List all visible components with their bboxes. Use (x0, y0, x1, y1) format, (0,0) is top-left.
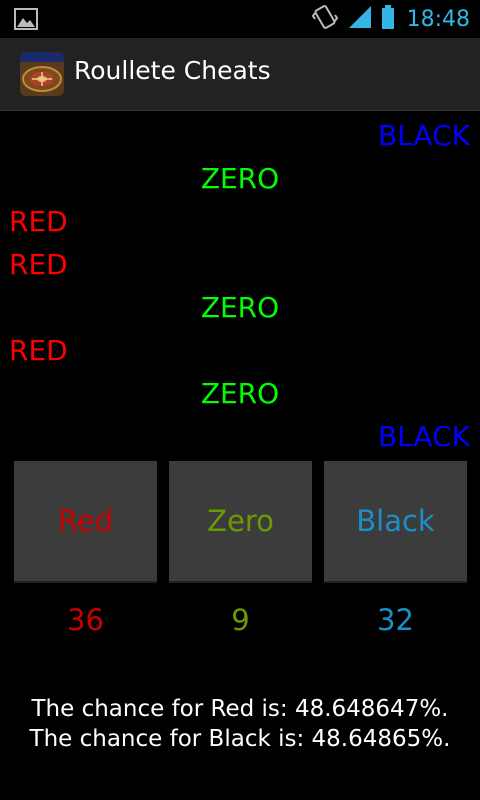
vibrate-icon (311, 3, 339, 35)
image-notification-icon (14, 8, 38, 34)
history-item: ZERO (200, 377, 280, 410)
history-item: BLACK (377, 119, 470, 152)
zero-button[interactable]: Zero (169, 461, 312, 583)
app-title: Roullete Cheats (74, 56, 271, 85)
roulette-wheel-icon[interactable] (20, 52, 64, 96)
red-count: 36 (67, 603, 104, 637)
black-chance-text: The chance for Black is: 48.64865%. (29, 726, 451, 752)
black-button[interactable]: Black (324, 461, 467, 583)
history-item: BLACK (377, 420, 470, 453)
history-item: RED (9, 248, 68, 281)
red-chance-text: The chance for Red is: 48.648647%. (31, 696, 449, 722)
battery-icon (381, 4, 395, 34)
zero-count: 9 (231, 603, 250, 637)
black-count: 32 (377, 603, 414, 637)
history-item: RED (9, 334, 68, 367)
history-item: ZERO (200, 291, 280, 324)
red-button[interactable]: Red (14, 461, 157, 583)
status-bar: 18:48 (0, 0, 480, 38)
history-list: BLACK ZERO RED RED ZERO RED ZERO BLACK (0, 114, 480, 458)
history-item: RED (9, 205, 68, 238)
history-item: ZERO (200, 162, 280, 195)
status-clock: 18:48 (406, 6, 470, 32)
signal-icon (347, 4, 373, 34)
action-bar: Roullete Cheats (0, 38, 480, 111)
